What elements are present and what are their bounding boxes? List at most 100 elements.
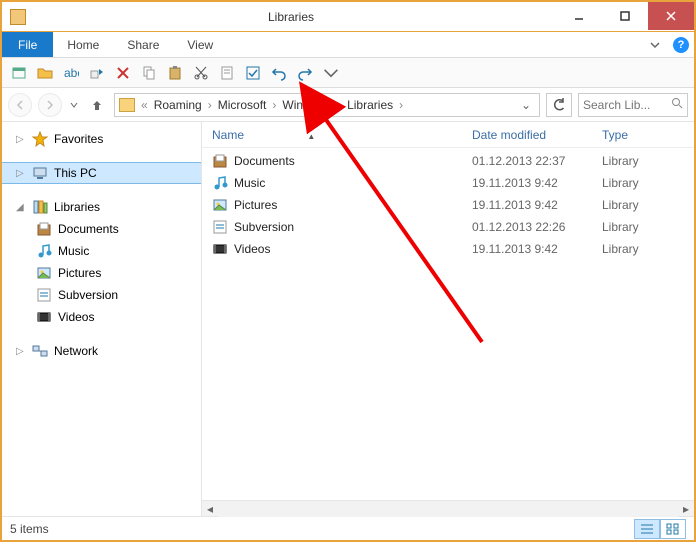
file-row[interactable]: Pictures19.11.2013 9:42Library <box>202 194 694 216</box>
videos-icon <box>212 241 228 257</box>
item-count: 5 items <box>10 522 49 536</box>
toolbar-dropdown-icon[interactable] <box>320 62 342 84</box>
collapse-icon[interactable]: ◢ <box>16 202 26 213</box>
expand-icon[interactable]: ▷ <box>16 168 26 179</box>
chevron-right-icon[interactable]: › <box>206 98 214 112</box>
help-button[interactable]: ? <box>668 32 694 57</box>
cut-icon[interactable] <box>190 62 212 84</box>
tab-view[interactable]: View <box>173 32 227 57</box>
file-row[interactable]: Music19.11.2013 9:42Library <box>202 172 694 194</box>
new-folder-icon[interactable] <box>34 62 56 84</box>
file-name: Documents <box>234 154 295 168</box>
quick-access-toolbar: abc <box>2 58 694 88</box>
back-button[interactable] <box>8 93 32 117</box>
sidebar-item-favorites[interactable]: ▷ Favorites <box>2 128 201 150</box>
sidebar-label: Subversion <box>58 288 118 302</box>
horizontal-scrollbar[interactable]: ◂ ▸ <box>202 500 694 516</box>
copy-icon[interactable] <box>138 62 160 84</box>
details-view-button[interactable] <box>634 519 660 539</box>
move-icon[interactable] <box>86 62 108 84</box>
refresh-button[interactable] <box>546 93 572 117</box>
crumb-microsoft[interactable]: Microsoft <box>214 98 271 112</box>
videos-icon <box>36 309 52 325</box>
icons-view-button[interactable] <box>660 519 686 539</box>
file-row[interactable]: Documents 01.12.2013 22:37Library <box>202 150 694 172</box>
file-type: Library <box>592 176 694 190</box>
search-input[interactable] <box>583 98 663 112</box>
address-dropdown-icon[interactable]: ⌄ <box>517 98 535 112</box>
sidebar-item-libraries[interactable]: ◢ Libraries <box>2 196 201 218</box>
up-button[interactable] <box>86 94 108 116</box>
expand-icon[interactable]: ▷ <box>16 134 26 145</box>
file-name: Subversion <box>234 220 294 234</box>
music-icon <box>36 243 52 259</box>
sidebar-label: Pictures <box>58 266 101 280</box>
crumb-roaming[interactable]: Roaming <box>150 98 206 112</box>
sidebar-label: This PC <box>54 166 97 180</box>
pictures-icon <box>36 265 52 281</box>
subversion-icon <box>36 287 52 303</box>
file-name: Pictures <box>234 198 277 212</box>
minimize-button[interactable] <box>556 2 602 30</box>
column-date[interactable]: Date modified <box>462 128 592 142</box>
status-bar: 5 items <box>2 516 694 540</box>
file-row[interactable]: Videos19.11.2013 9:42Library <box>202 238 694 260</box>
new-window-icon[interactable] <box>8 62 30 84</box>
expand-icon[interactable]: ▷ <box>16 346 26 357</box>
breadcrumb-overflow-icon[interactable]: « <box>139 98 150 112</box>
sidebar-item-network[interactable]: ▷ Network <box>2 340 201 362</box>
pictures-icon <box>212 197 228 213</box>
sidebar-item-videos[interactable]: Videos <box>2 306 201 328</box>
file-date: 01.12.2013 22:37 <box>462 154 592 168</box>
chevron-right-icon[interactable]: › <box>335 98 343 112</box>
close-button[interactable] <box>648 2 694 30</box>
forward-button[interactable] <box>38 93 62 117</box>
sidebar-item-subversion[interactable]: Subversion <box>2 284 201 306</box>
file-type: Library <box>592 220 694 234</box>
search-box[interactable] <box>578 93 688 117</box>
rename-icon[interactable]: abc <box>60 62 82 84</box>
sidebar-item-music[interactable]: Music <box>2 240 201 262</box>
column-type[interactable]: Type <box>592 128 694 142</box>
address-bar-row: « Roaming › Microsoft › Windows › Librar… <box>2 88 694 122</box>
paste-icon[interactable] <box>164 62 186 84</box>
libraries-icon <box>32 199 48 215</box>
chevron-right-icon[interactable]: › <box>397 98 405 112</box>
sidebar-item-thispc[interactable]: ▷ This PC <box>2 162 201 184</box>
scroll-left-icon[interactable]: ◂ <box>202 501 218 517</box>
chevron-right-icon[interactable]: › <box>270 98 278 112</box>
tab-home[interactable]: Home <box>53 32 113 57</box>
properties-icon[interactable] <box>216 62 238 84</box>
file-date: 19.11.2013 9:42 <box>462 198 592 212</box>
folder-icon <box>119 98 135 112</box>
app-icon <box>10 9 26 25</box>
column-name[interactable]: Name ▲ <box>202 128 462 142</box>
content-pane: Name ▲ Date modified Type Documents 01.12… <box>202 122 694 516</box>
scroll-right-icon[interactable]: ▸ <box>678 501 694 517</box>
maximize-button[interactable] <box>602 2 648 30</box>
history-dropdown-icon[interactable] <box>68 101 80 109</box>
delete-icon[interactable] <box>112 62 134 84</box>
file-name: Music <box>234 176 265 190</box>
sidebar-item-documents[interactable]: Documents <box>2 218 201 240</box>
network-icon <box>32 343 48 359</box>
file-tab[interactable]: File <box>2 32 53 57</box>
tab-share[interactable]: Share <box>113 32 173 57</box>
file-type: Library <box>592 154 694 168</box>
search-icon <box>671 97 683 112</box>
address-bar[interactable]: « Roaming › Microsoft › Windows › Librar… <box>114 93 540 117</box>
redo-icon[interactable] <box>294 62 316 84</box>
undo-icon[interactable] <box>268 62 290 84</box>
computer-icon <box>32 165 48 181</box>
select-all-icon[interactable] <box>242 62 264 84</box>
file-row[interactable]: Subversion01.12.2013 22:26Library <box>202 216 694 238</box>
column-headers: Name ▲ Date modified Type <box>202 122 694 148</box>
file-list: Documents01.12.2013 22:37LibraryMusic19.… <box>202 148 694 500</box>
crumb-libraries[interactable]: Libraries <box>343 98 397 112</box>
sidebar-item-pictures[interactable]: Pictures <box>2 262 201 284</box>
ribbon-expand-icon[interactable] <box>642 32 668 57</box>
help-icon: ? <box>673 37 689 53</box>
file-type: Library <box>592 242 694 256</box>
music-icon <box>212 175 228 191</box>
crumb-windows[interactable]: Windows <box>278 98 335 112</box>
